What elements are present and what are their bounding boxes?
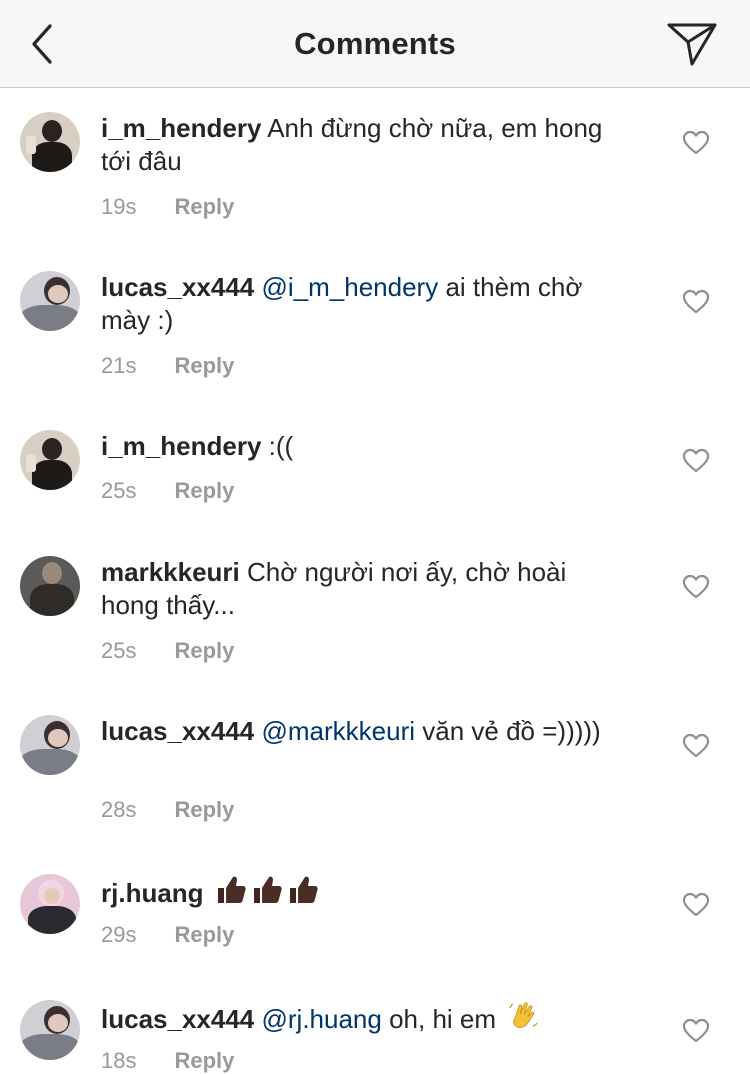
heart-icon xyxy=(682,892,710,917)
heart-icon xyxy=(682,289,710,314)
avatar[interactable] xyxy=(20,430,80,490)
comment-time: 29s xyxy=(101,922,137,947)
comment-body: :(( xyxy=(268,431,294,461)
comment-text: lucas_xx444 @i_m_hendery ai thèm chờ mày… xyxy=(101,271,621,337)
comment-username[interactable]: lucas_xx444 xyxy=(101,1004,254,1034)
avatar[interactable] xyxy=(20,112,80,172)
comment-time: 25s xyxy=(101,638,137,663)
comment-text: markkkeuri Chờ người nơi ấy, chờ hoài ho… xyxy=(101,556,621,622)
comment-text: i_m_hendery Anh đừng chờ nữa, em hong tớ… xyxy=(101,112,621,178)
header-bar: Comments xyxy=(0,0,750,88)
reply-button[interactable]: Reply xyxy=(174,797,234,822)
thumbs-up-icon xyxy=(217,876,246,903)
reply-button[interactable]: Reply xyxy=(174,1048,234,1073)
reply-button[interactable]: Reply xyxy=(174,638,234,663)
comment-meta: 29s Reply xyxy=(101,922,234,948)
comment-mention[interactable]: @rj.huang xyxy=(261,1004,381,1034)
comment-text: rj.huang xyxy=(101,874,621,910)
comment-time: 28s xyxy=(101,797,137,822)
reply-button[interactable]: Reply xyxy=(174,478,234,503)
like-button[interactable] xyxy=(682,892,710,918)
comment-text: lucas_xx444 @markkkeuri văn vẻ đồ =))))) xyxy=(101,715,621,748)
like-button[interactable] xyxy=(682,130,710,156)
like-button[interactable] xyxy=(682,448,710,474)
comment-meta: 21s Reply xyxy=(101,353,234,379)
comment-emoji xyxy=(211,876,319,908)
comment-username[interactable]: i_m_hendery xyxy=(101,113,261,143)
reply-button[interactable]: Reply xyxy=(174,194,234,219)
avatar[interactable] xyxy=(20,556,80,616)
avatar[interactable] xyxy=(20,1000,80,1060)
like-button[interactable] xyxy=(682,733,710,759)
heart-icon xyxy=(682,448,710,473)
comment-body: văn vẻ đồ =))))) xyxy=(422,716,601,746)
comment-body: oh, hi em xyxy=(389,1004,497,1034)
heart-icon xyxy=(682,574,710,599)
comment-time: 25s xyxy=(101,478,137,503)
reply-button[interactable]: Reply xyxy=(174,922,234,947)
comment-mention[interactable]: @i_m_hendery xyxy=(261,272,438,302)
comment-meta: 28s Reply xyxy=(101,797,234,823)
paper-plane-icon xyxy=(667,23,717,66)
page-title: Comments xyxy=(294,26,456,61)
comment-meta: 25s Reply xyxy=(101,478,234,504)
like-button[interactable] xyxy=(682,289,710,315)
comment-username[interactable]: lucas_xx444 xyxy=(101,716,254,746)
comment-username[interactable]: i_m_hendery xyxy=(101,431,261,461)
comment-meta: 19s Reply xyxy=(101,194,234,220)
comment-meta: 18s Reply xyxy=(101,1048,234,1074)
comment-text: i_m_hendery :(( xyxy=(101,430,621,463)
thumbs-up-icon xyxy=(289,876,318,903)
thumbs-up-icon xyxy=(253,876,282,903)
reply-button[interactable]: Reply xyxy=(174,353,234,378)
like-button[interactable] xyxy=(682,574,710,600)
comment-text: lucas_xx444 @rj.huang oh, hi em xyxy=(101,1000,621,1036)
waving-hand-icon xyxy=(509,1002,538,1028)
avatar[interactable] xyxy=(20,271,80,331)
heart-icon xyxy=(682,130,710,155)
heart-icon xyxy=(682,1018,710,1043)
share-button[interactable] xyxy=(664,18,720,70)
comment-mention[interactable]: @markkkeuri xyxy=(261,716,415,746)
avatar[interactable] xyxy=(20,715,80,775)
avatar[interactable] xyxy=(20,874,80,934)
comment-meta: 25s Reply xyxy=(101,638,234,664)
heart-icon xyxy=(682,733,710,758)
comment-username[interactable]: markkkeuri xyxy=(101,557,240,587)
comment-time: 19s xyxy=(101,194,137,219)
like-button[interactable] xyxy=(682,1018,710,1044)
comment-time: 21s xyxy=(101,353,137,378)
comment-username[interactable]: lucas_xx444 xyxy=(101,272,254,302)
comment-username[interactable]: rj.huang xyxy=(101,878,204,908)
comment-time: 18s xyxy=(101,1048,137,1073)
